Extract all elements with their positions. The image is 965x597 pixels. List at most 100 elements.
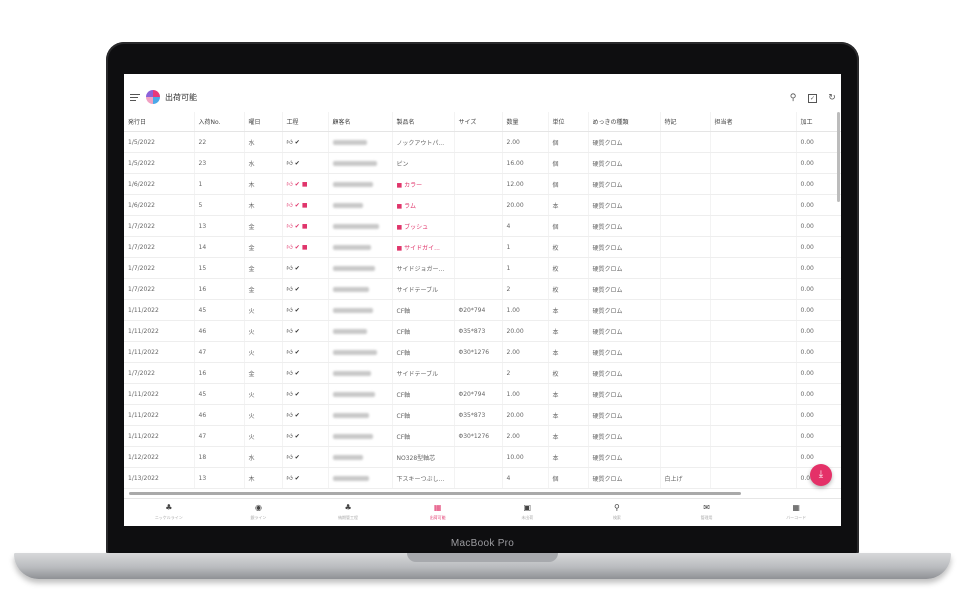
menu-icon[interactable] xyxy=(130,94,140,103)
thumb-icon[interactable]: 👍︎ xyxy=(287,180,293,188)
download-button[interactable]: ⤓ xyxy=(810,464,832,486)
column-header[interactable]: 入荷No. xyxy=(193,112,244,132)
check-circle-icon[interactable]: ✔ xyxy=(295,349,300,356)
table-row[interactable]: 1/6/2022 1 木 👍︎ ✔ ■ ■ カラー 12.00 個硬質クロム 0.00 xyxy=(124,173,841,195)
nav-icon-2: ◉ xyxy=(254,503,262,512)
chat-icon[interactable]: ■ xyxy=(397,203,403,210)
check-circle-icon[interactable]: ✔ xyxy=(295,391,300,398)
thumb-icon[interactable]: 👍︎ xyxy=(287,432,293,440)
cell-customer xyxy=(327,257,392,279)
check-circle-icon[interactable]: ✔ xyxy=(295,370,300,377)
chat-icon[interactable]: ■ xyxy=(397,245,403,252)
nav-item[interactable]: ▣ 未出荷 xyxy=(483,499,573,526)
cell-day: 金 xyxy=(243,278,282,300)
column-header[interactable]: めっきの種類 xyxy=(587,112,660,132)
thumb-icon[interactable]: 👍︎ xyxy=(287,264,293,272)
chat-icon[interactable]: ■ xyxy=(302,244,308,251)
cell-no: 46 xyxy=(193,404,244,426)
table-row[interactable]: 1/7/2022 13 金 👍︎ ✔ ■ ■ ブッシュ 4 個硬質クロム 0.00 xyxy=(124,215,841,237)
check-circle-icon[interactable]: ✔ xyxy=(295,454,300,461)
chat-icon[interactable]: ■ xyxy=(302,181,308,188)
chat-icon[interactable]: ■ xyxy=(302,223,308,230)
column-header[interactable]: 単位 xyxy=(547,112,588,132)
chat-icon[interactable]: ■ xyxy=(302,202,308,209)
nav-item[interactable]: ▦ バーコード xyxy=(751,499,841,526)
table-row[interactable]: 1/11/2022 45 火 👍︎ ✔ CF軸 Φ20*794 1.00 本硬質クロム 0.00 xyxy=(124,299,841,321)
check-circle-icon[interactable]: ✔ xyxy=(295,202,300,209)
column-header[interactable]: 加工 xyxy=(795,112,841,132)
thumb-icon[interactable]: 👍︎ xyxy=(287,348,293,356)
cell-process: 👍︎ ✔ xyxy=(281,257,328,279)
nav-item[interactable]: ♣ ニッケルライン xyxy=(124,499,214,526)
cell-date: 1/7/2022 xyxy=(124,236,194,258)
table-row[interactable]: 1/11/2022 45 火 👍︎ ✔ CF軸 Φ20*794 1.00 本硬質クロム 0.00 xyxy=(124,383,841,405)
column-header[interactable]: サイズ xyxy=(453,112,502,132)
nav-item[interactable]: ◉ 銀ライン xyxy=(214,499,304,526)
column-header[interactable]: 顧客名 xyxy=(327,112,392,132)
search-icon[interactable]: ⚲ xyxy=(788,93,798,103)
thumb-icon[interactable]: 👍︎ xyxy=(287,453,293,461)
table-row[interactable]: 1/12/2022 18 水 👍︎ ✔ NO328型軸芯 10.00 本硬質クロム 0.00 xyxy=(124,446,841,468)
nav-item[interactable]: ▦ 出荷可能 xyxy=(393,499,483,526)
thumb-icon[interactable]: 👍︎ xyxy=(287,474,293,482)
column-header[interactable]: 発行日 xyxy=(124,112,194,132)
check-circle-icon[interactable]: ✔ xyxy=(295,181,300,188)
cell-amount: 0.00 xyxy=(795,383,841,405)
cell-customer xyxy=(327,278,392,300)
check-circle-icon[interactable]: ✔ xyxy=(295,286,300,293)
cell-staff xyxy=(709,194,796,216)
column-header[interactable]: 製品名 xyxy=(391,112,454,132)
check-circle-icon[interactable]: ✔ xyxy=(295,412,300,419)
checkbox-icon[interactable]: ✓ xyxy=(808,94,817,103)
thumb-icon[interactable]: 👍︎ xyxy=(287,369,293,377)
thumb-icon[interactable]: 👍︎ xyxy=(287,390,293,398)
thumb-icon[interactable]: 👍︎ xyxy=(287,411,293,419)
check-circle-icon[interactable]: ✔ xyxy=(295,475,300,482)
cell-unit: 本 xyxy=(547,194,588,216)
column-header[interactable]: 工程 xyxy=(281,112,328,132)
thumb-icon[interactable]: 👍︎ xyxy=(287,201,293,209)
nav-item[interactable]: ✉ 管理用 xyxy=(662,499,752,526)
column-header[interactable]: 数量 xyxy=(501,112,548,132)
cell-qty: 10.00 xyxy=(501,446,548,468)
column-header[interactable]: 特記 xyxy=(659,112,710,132)
table-row[interactable]: 1/7/2022 16 金 👍︎ ✔ サイドテーブル 2 枚硬質クロム 0.00 xyxy=(124,362,841,384)
thumb-icon[interactable]: 👍︎ xyxy=(287,243,293,251)
thumb-icon[interactable]: 👍︎ xyxy=(287,138,293,146)
thumb-icon[interactable]: 👍︎ xyxy=(287,222,293,230)
table-row[interactable]: 1/6/2022 5 木 👍︎ ✔ ■ ■ ラム 20.00 本硬質クロム 0.00 xyxy=(124,194,841,216)
thumb-icon[interactable]: 👍︎ xyxy=(287,285,293,293)
column-header[interactable]: 担当者 xyxy=(709,112,796,132)
cell-customer xyxy=(327,173,392,195)
thumb-icon[interactable]: 👍︎ xyxy=(287,306,293,314)
check-circle-icon[interactable]: ✔ xyxy=(295,139,300,146)
check-circle-icon[interactable]: ✔ xyxy=(295,160,300,167)
refresh-icon[interactable]: ↻ xyxy=(827,93,837,103)
cell-date: 1/7/2022 xyxy=(124,362,194,384)
table-row[interactable]: 1/11/2022 47 火 👍︎ ✔ CF軸 Φ30*1276 2.00 本硬質クロム 0.00 xyxy=(124,425,841,447)
table-row[interactable]: 1/5/2022 22 水 👍︎ ✔ ノックアウトパ... 2.00 個硬質クロム 0.00 xyxy=(124,131,841,153)
nav-item[interactable]: ♣ 納期管工程 xyxy=(303,499,393,526)
table-row[interactable]: 1/13/2022 13 木 👍︎ ✔ 下スキーつぶし... 4 個硬質クロム 白上げ 0.00 xyxy=(124,467,841,489)
thumb-icon[interactable]: 👍︎ xyxy=(287,159,293,167)
check-circle-icon[interactable]: ✔ xyxy=(295,265,300,272)
check-circle-icon[interactable]: ✔ xyxy=(295,307,300,314)
chat-icon[interactable]: ■ xyxy=(397,224,403,231)
table-row[interactable]: 1/7/2022 15 金 👍︎ ✔ サイドジョガー... 1 枚硬質クロム 0.00 xyxy=(124,257,841,279)
column-header[interactable]: 曜日 xyxy=(243,112,282,132)
table-row[interactable]: 1/7/2022 16 金 👍︎ ✔ サイドテーブル 2 枚硬質クロム 0.00 xyxy=(124,278,841,300)
table-row[interactable]: 1/11/2022 47 火 👍︎ ✔ CF軸 Φ30*1276 2.00 本硬質クロム 0.00 xyxy=(124,341,841,363)
horizontal-scrollbar[interactable] xyxy=(129,492,741,495)
table-row[interactable]: 1/7/2022 14 金 👍︎ ✔ ■ ■ サイドガイ... 1 枚硬質クロム 0.00 xyxy=(124,236,841,258)
table-row[interactable]: 1/5/2022 23 水 👍︎ ✔ ピン 16.00 個硬質クロム 0.00 xyxy=(124,152,841,174)
thumb-icon[interactable]: 👍︎ xyxy=(287,327,293,335)
check-circle-icon[interactable]: ✔ xyxy=(295,328,300,335)
check-circle-icon[interactable]: ✔ xyxy=(295,433,300,440)
vertical-scrollbar[interactable] xyxy=(837,112,840,202)
check-circle-icon[interactable]: ✔ xyxy=(295,223,300,230)
table-row[interactable]: 1/11/2022 46 火 👍︎ ✔ CF軸 Φ35*873 20.00 本硬質クロム 0.00 xyxy=(124,320,841,342)
nav-item[interactable]: ⚲ 検索 xyxy=(572,499,662,526)
check-circle-icon[interactable]: ✔ xyxy=(295,244,300,251)
chat-icon[interactable]: ■ xyxy=(397,182,403,189)
table-row[interactable]: 1/11/2022 46 火 👍︎ ✔ CF軸 Φ35*873 20.00 本硬質クロム 0.00 xyxy=(124,404,841,426)
